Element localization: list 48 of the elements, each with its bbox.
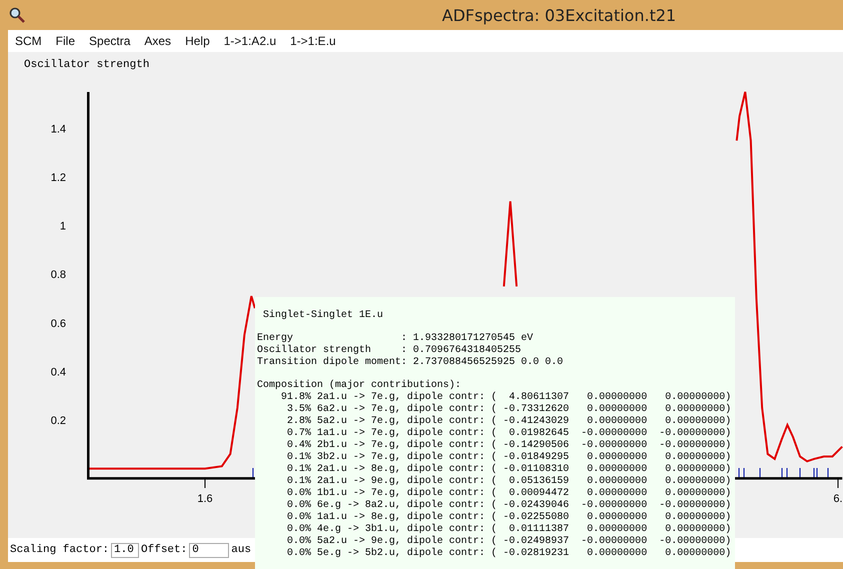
menu-item[interactable]: Spectra [89, 34, 130, 48]
stick-mark [252, 468, 254, 478]
offset-label: Offset: [141, 544, 188, 556]
popup-title: Singlet-Singlet 1E.u [262, 310, 384, 322]
y-tick-label: 0.6 [50, 318, 66, 330]
composition-line: 0.7% 1a1.u -> 7e.g, dipole contr: ( 0.01982645 -0.00000000 -0.00000000) [286, 428, 732, 440]
composition-line: 0.0% 4e.g -> 3b1.u, dipole contr: ( 0.01111387 0.00000000 0.00000000) [286, 524, 732, 536]
x-tick-label: 1.6 [197, 493, 213, 505]
menu-item[interactable]: File [56, 34, 76, 48]
x-tick-label: 6. [833, 493, 843, 505]
menu-item[interactable]: 1->1:E.u [290, 34, 336, 48]
composition-line: 0.0% 5a2.u -> 9e.g, dipole contr: ( -0.02498937 -0.00000000 -0.00000000) [286, 536, 732, 548]
axis-title: Oscillator strength [24, 59, 150, 71]
x-tick-mark [204, 478, 206, 488]
y-tick-label: 1.2 [50, 172, 66, 184]
menu-item[interactable]: Axes [144, 34, 172, 48]
property-line: Oscillator strength : 0.7096764318405255 [257, 345, 522, 356]
composition-line: 3.5% 6a2.u -> 7e.g, dipole contr: ( -0.73312620 0.00000000 0.00000000) [286, 404, 732, 416]
y-tick-label: 0.4 [50, 366, 66, 378]
y-tick-label: 0.8 [50, 269, 66, 282]
y-tick-label: 1 [60, 220, 66, 233]
magnifier-icon [9, 7, 25, 23]
gauss-label: aus [231, 544, 252, 556]
composition-line: 0.0% 1b1.u -> 7e.g, dipole contr: ( 0.00094472 0.00000000 0.00000000) [286, 488, 732, 500]
menu-item[interactable]: 1->1:A2.u [224, 34, 276, 48]
menu-item[interactable]: Help [185, 34, 210, 48]
window-title: ADFspectra: 03Excitation.t21 [442, 6, 676, 24]
composition-title: Composition (major contributions): [257, 380, 462, 392]
x-tick-mark [838, 478, 839, 488]
stick-mark [799, 468, 801, 478]
composition-line: 91.8% 2a1.u -> 7e.g, dipole contr: ( 4.80611307 0.00000000 0.00000000) [280, 392, 732, 404]
composition-line: 2.8% 5a2.u -> 7e.g, dipole contr: ( -0.41243029 0.00000000 0.00000000) [286, 416, 732, 428]
composition-line: 0.1% 3b2.u -> 7e.g, dipole contr: ( -0.01849295 0.00000000 0.00000000) [286, 452, 732, 464]
stick-mark [759, 468, 761, 478]
offset-input[interactable]: 0 [189, 542, 230, 558]
scaling-label: Scaling factor: [10, 544, 110, 556]
y-tick-label: 1.4 [50, 123, 66, 136]
composition-line: 0.0% 5e.g -> 5b2.u, dipole contr: ( -0.02819231 0.00000000 0.00000000) [286, 548, 732, 560]
property-line: Energy : 1.933280171270545 eV [257, 333, 534, 344]
composition-line: 0.0% 1a1.u -> 8e.g, dipole contr: ( -0.02255080 0.00000000 0.00000000) [286, 512, 732, 524]
composition-line: 0.1% 2a1.u -> 9e.g, dipole contr: ( 0.05136159 0.00000000 0.00000000) [286, 476, 732, 488]
property-line: Transition dipole moment: 2.737088456525925 0.0 0.0 [257, 357, 564, 369]
composition-line: 0.0% 6e.g -> 8a2.u, dipole contr: ( -0.02439046 -0.00000000 -0.00000000) [286, 500, 732, 512]
scaling-input[interactable]: 1.0 [111, 542, 140, 558]
composition-line: 0.4% 2b1.u -> 7e.g, dipole contr: ( -0.14290506 -0.00000000 -0.00000000) [286, 440, 732, 452]
composition-line: 0.1% 2a1.u -> 8e.g, dipole contr: ( -0.01108310 0.00000000 0.00000000) [286, 464, 732, 476]
y-tick-label: 0.2 [50, 415, 66, 427]
menu-item[interactable]: SCM [15, 34, 42, 48]
